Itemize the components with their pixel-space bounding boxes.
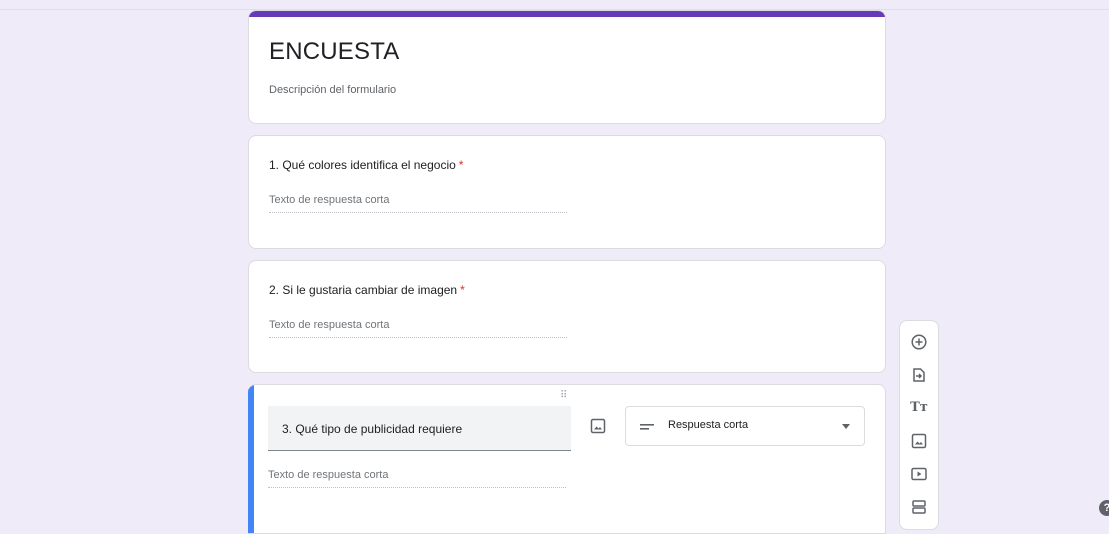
floating-toolbar: Tт xyxy=(899,320,939,530)
import-questions-icon[interactable] xyxy=(910,366,928,384)
active-question-indicator xyxy=(248,385,254,533)
add-image-icon[interactable] xyxy=(910,432,928,450)
question-title-input[interactable]: 3. Qué tipo de publicidad requiere xyxy=(268,406,571,451)
help-icon[interactable]: ? xyxy=(1099,500,1109,516)
header-accent-bar xyxy=(249,11,885,17)
add-section-icon[interactable] xyxy=(910,498,928,516)
required-asterisk: * xyxy=(458,158,464,172)
form-description[interactable]: Descripción del formulario xyxy=(269,84,396,96)
short-answer-placeholder: Texto de respuesta corta xyxy=(269,194,567,213)
add-question-icon[interactable] xyxy=(910,333,928,351)
chevron-down-icon xyxy=(842,424,850,429)
top-bar xyxy=(0,0,1109,10)
question-type-label: Respuesta corta xyxy=(668,419,749,431)
short-answer-placeholder: Texto de respuesta corta xyxy=(268,469,566,488)
add-title-glyph: Tт xyxy=(910,400,928,415)
question-card-3-active[interactable]: ⠿ 3. Qué tipo de publicidad requiere Res… xyxy=(248,384,886,534)
form-header-card[interactable]: ENCUESTA Descripción del formulario xyxy=(248,10,886,124)
question-type-select[interactable]: Respuesta corta xyxy=(625,406,865,446)
question-title: 2. Si le gustaria cambiar de imagen * xyxy=(269,283,465,297)
add-image-icon[interactable] xyxy=(589,417,607,435)
question-title-text: 3. Qué tipo de publicidad requiere xyxy=(282,422,463,436)
question-title-text: 1. Qué colores identifica el negocio xyxy=(269,158,456,172)
required-asterisk: * xyxy=(460,283,465,297)
question-title-text: 2. Si le gustaria cambiar de imagen xyxy=(269,283,458,297)
question-card-1[interactable]: 1. Qué colores identifica el negocio * Te… xyxy=(248,135,886,249)
question-card-2[interactable]: 2. Si le gustaria cambiar de imagen * Tex… xyxy=(248,260,886,373)
short-answer-placeholder: Texto de respuesta corta xyxy=(269,319,567,338)
add-title-icon[interactable]: Tт xyxy=(910,399,928,417)
add-video-icon[interactable] xyxy=(910,465,928,483)
drag-handle-icon[interactable]: ⠿ xyxy=(560,390,568,401)
short-answer-type-icon xyxy=(640,424,654,430)
form-title[interactable]: ENCUESTA xyxy=(269,38,400,66)
question-title: 1. Qué colores identifica el negocio * xyxy=(269,158,463,172)
